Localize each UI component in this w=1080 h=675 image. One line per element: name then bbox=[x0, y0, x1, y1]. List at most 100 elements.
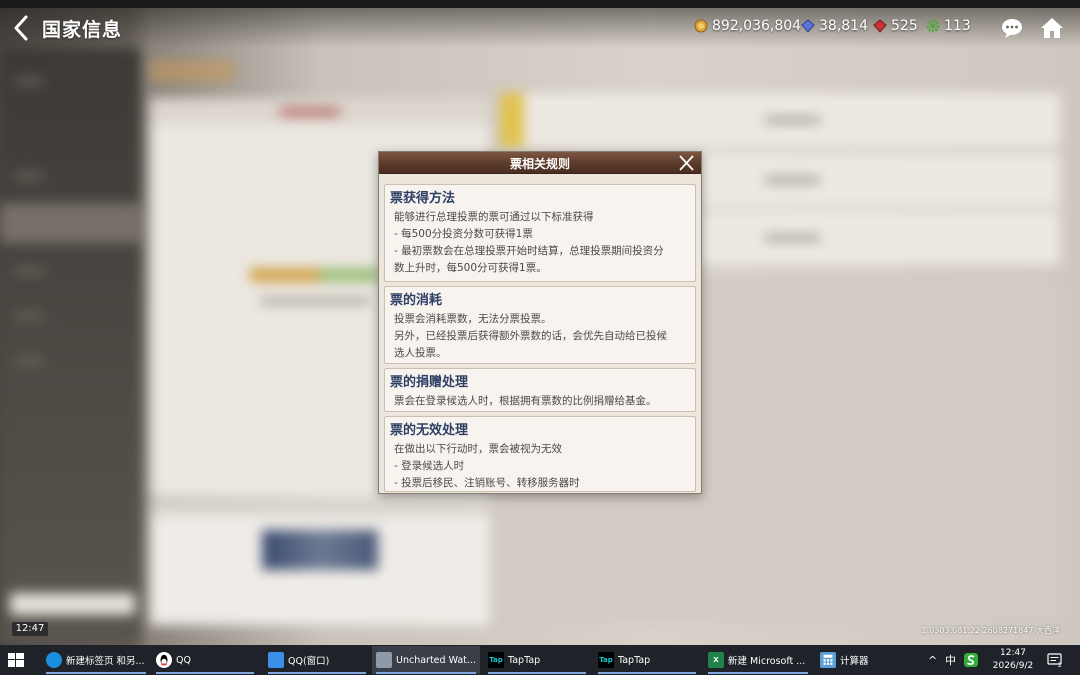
notification-icon[interactable]: 2 bbox=[1047, 653, 1063, 667]
rule-section: 票获得方法 能够进行总理投票的票可通过以下标准获得 - 每500分投资分数可获得… bbox=[384, 184, 696, 282]
section-line: - 投票后移民、注销账号、转移服务器时 bbox=[394, 477, 580, 489]
resource-gold-value: 892,036,804 bbox=[712, 18, 802, 34]
taskbar-item-indicator bbox=[488, 672, 586, 674]
taskbar-item-excel[interactable]: X 新建 Microsoft ... bbox=[704, 646, 812, 674]
gold-coin-icon bbox=[694, 19, 708, 33]
bg-sidebar-row bbox=[14, 268, 44, 274]
overlay-clock: 12:47 bbox=[12, 622, 48, 636]
taskbar-item-qq-window[interactable]: QQ(窗口) bbox=[264, 646, 370, 674]
rule-section: 票的捐赠处理 票会在登录候选人时，根据拥有票数的比例捐赠给基金。 bbox=[384, 368, 696, 412]
chevron-left-icon bbox=[14, 15, 28, 41]
bg-lower-header bbox=[150, 500, 490, 516]
page-title: 国家信息 bbox=[42, 19, 123, 41]
bg-sidebar-row bbox=[14, 78, 44, 84]
bg-row-accent bbox=[500, 93, 524, 147]
bg-lower-panel bbox=[150, 500, 490, 625]
section-line: 数上升时，每500分可获得1票。 bbox=[394, 262, 547, 274]
chat-button[interactable] bbox=[999, 15, 1025, 41]
game-window: 国家信息 892,036,804 38,814 525 113 12:47 1.… bbox=[0, 8, 1080, 645]
resource-ruby: 525 bbox=[873, 18, 918, 34]
green-s-icon bbox=[964, 653, 978, 667]
bg-sidebar-highlight bbox=[0, 203, 140, 243]
taskbar-item-label: QQ(窗口) bbox=[288, 656, 330, 667]
bg-row-dash bbox=[765, 117, 820, 123]
back-button[interactable] bbox=[10, 14, 34, 42]
top-bar: 国家信息 892,036,804 38,814 525 113 bbox=[0, 8, 1080, 48]
version-text: 1.0303.081.22 2608271847 大西洋 bbox=[921, 626, 1060, 635]
close-icon bbox=[679, 155, 694, 171]
taskbar-item-label: Uncharted Wat... bbox=[396, 654, 476, 666]
section-line: 投票会消耗票数，无法分票投票。 bbox=[394, 313, 552, 325]
notification-count: 2 bbox=[1058, 662, 1062, 667]
resource-gear-value: 113 bbox=[944, 18, 971, 34]
taptap-icon: Tap bbox=[598, 652, 614, 668]
home-icon bbox=[1041, 18, 1063, 38]
qq-window-icon bbox=[268, 652, 284, 668]
ime-indicator[interactable]: 中 bbox=[945, 645, 956, 675]
resource-gem: 38,814 bbox=[801, 18, 868, 34]
qq-icon bbox=[156, 652, 172, 668]
ruby-icon bbox=[873, 19, 887, 33]
bg-red-chip bbox=[280, 108, 340, 116]
rule-section: 票的消耗 投票会消耗票数，无法分票投票。 另外，已经投票后获得额外票数的话，会优… bbox=[384, 286, 696, 364]
bg-grey-line bbox=[260, 298, 370, 304]
bg-row-dash bbox=[765, 177, 820, 183]
taskbar-item-label: 新建标签页 和另... bbox=[66, 656, 145, 667]
rule-section: 票的无效处理 在做出以下行动时，票会被视为无效 - 登录候选人时 - 投票后移民… bbox=[384, 416, 696, 492]
section-line: - 每500分投资分数可获得1票 bbox=[394, 228, 533, 240]
section-title: 票的消耗 bbox=[390, 293, 443, 308]
resource-ruby-value: 525 bbox=[891, 18, 918, 34]
section-line: 在做出以下行动时，票会被视为无效 bbox=[394, 443, 562, 455]
taskbar-item-taptap[interactable]: Tap TapTap bbox=[484, 646, 590, 674]
taskbar-item-indicator bbox=[598, 672, 696, 674]
edge-icon bbox=[46, 652, 62, 668]
section-title: 票获得方法 bbox=[390, 191, 456, 206]
clock-time: 12:47 bbox=[1000, 648, 1026, 658]
section-line: - 登录候选人时 bbox=[394, 460, 465, 472]
close-button[interactable] bbox=[676, 153, 696, 173]
modal-title: 票相关规则 bbox=[509, 157, 570, 171]
taskbar-item-edge[interactable]: 新建标签页 和另... bbox=[42, 646, 150, 674]
section-line: 能够进行总理投票的票可通过以下标准获得 bbox=[394, 211, 594, 223]
system-clock[interactable]: 12:47 2026/9/2 bbox=[990, 647, 1036, 673]
taskbar-item-label: 计算器 bbox=[840, 656, 869, 667]
resource-gold: 892,036,804 bbox=[694, 18, 801, 34]
section-line: 另外，已经投票后获得额外票数的话，会优先自动给已投候 bbox=[394, 330, 667, 342]
taskbar: 新建标签页 和另... QQ QQ(窗口) Uncharted Wat... T… bbox=[0, 645, 1080, 675]
taptap-icon: Tap bbox=[488, 652, 504, 668]
bg-lower-image bbox=[262, 530, 378, 570]
diamond-icon bbox=[801, 19, 815, 33]
bg-list-row bbox=[500, 93, 1060, 147]
taskbar-item-calculator[interactable]: 计算器 bbox=[816, 646, 916, 674]
bg-bottom-left-box bbox=[10, 593, 135, 615]
bg-sidebar bbox=[0, 48, 140, 645]
gear-icon bbox=[926, 19, 940, 33]
taskbar-item-taptap[interactable]: Tap TapTap bbox=[594, 646, 700, 674]
section-title: 票的无效处理 bbox=[390, 423, 469, 438]
home-button[interactable] bbox=[1039, 15, 1065, 41]
windows-start-icon[interactable] bbox=[8, 653, 24, 667]
bg-gold-bar bbox=[250, 268, 320, 282]
taskbar-item-game[interactable]: Uncharted Wat... bbox=[372, 646, 480, 674]
taskbar-item-qq[interactable]: QQ bbox=[152, 646, 258, 674]
taskbar-item-label: TapTap bbox=[508, 654, 541, 666]
bg-green-bar bbox=[320, 268, 380, 282]
game-icon bbox=[376, 652, 392, 668]
calculator-icon bbox=[820, 652, 836, 668]
bg-sidebar-row bbox=[14, 313, 44, 319]
tray-overflow-button[interactable]: ^ bbox=[928, 645, 937, 675]
modal-header: 票相关规则 bbox=[379, 152, 701, 174]
bg-row-dash bbox=[765, 235, 820, 241]
section-line: 选人投票。 bbox=[394, 347, 447, 359]
taskbar-item-indicator bbox=[268, 672, 366, 674]
bg-tabs bbox=[150, 60, 235, 82]
taskbar-item-label: TapTap bbox=[618, 654, 651, 666]
bg-sidebar-row bbox=[14, 358, 44, 364]
rules-modal: 票相关规则 票获得方法 能够进行总理投票的票可通过以下标准获得 - 每500分投… bbox=[378, 151, 702, 494]
resource-gem-value: 38,814 bbox=[819, 18, 868, 34]
clock-date: 2026/9/2 bbox=[992, 661, 1034, 671]
resource-gear: 113 bbox=[926, 18, 971, 34]
taskbar-item-indicator bbox=[156, 672, 254, 674]
tray-app-icon[interactable] bbox=[964, 645, 978, 675]
section-title: 票的捐赠处理 bbox=[390, 375, 469, 390]
